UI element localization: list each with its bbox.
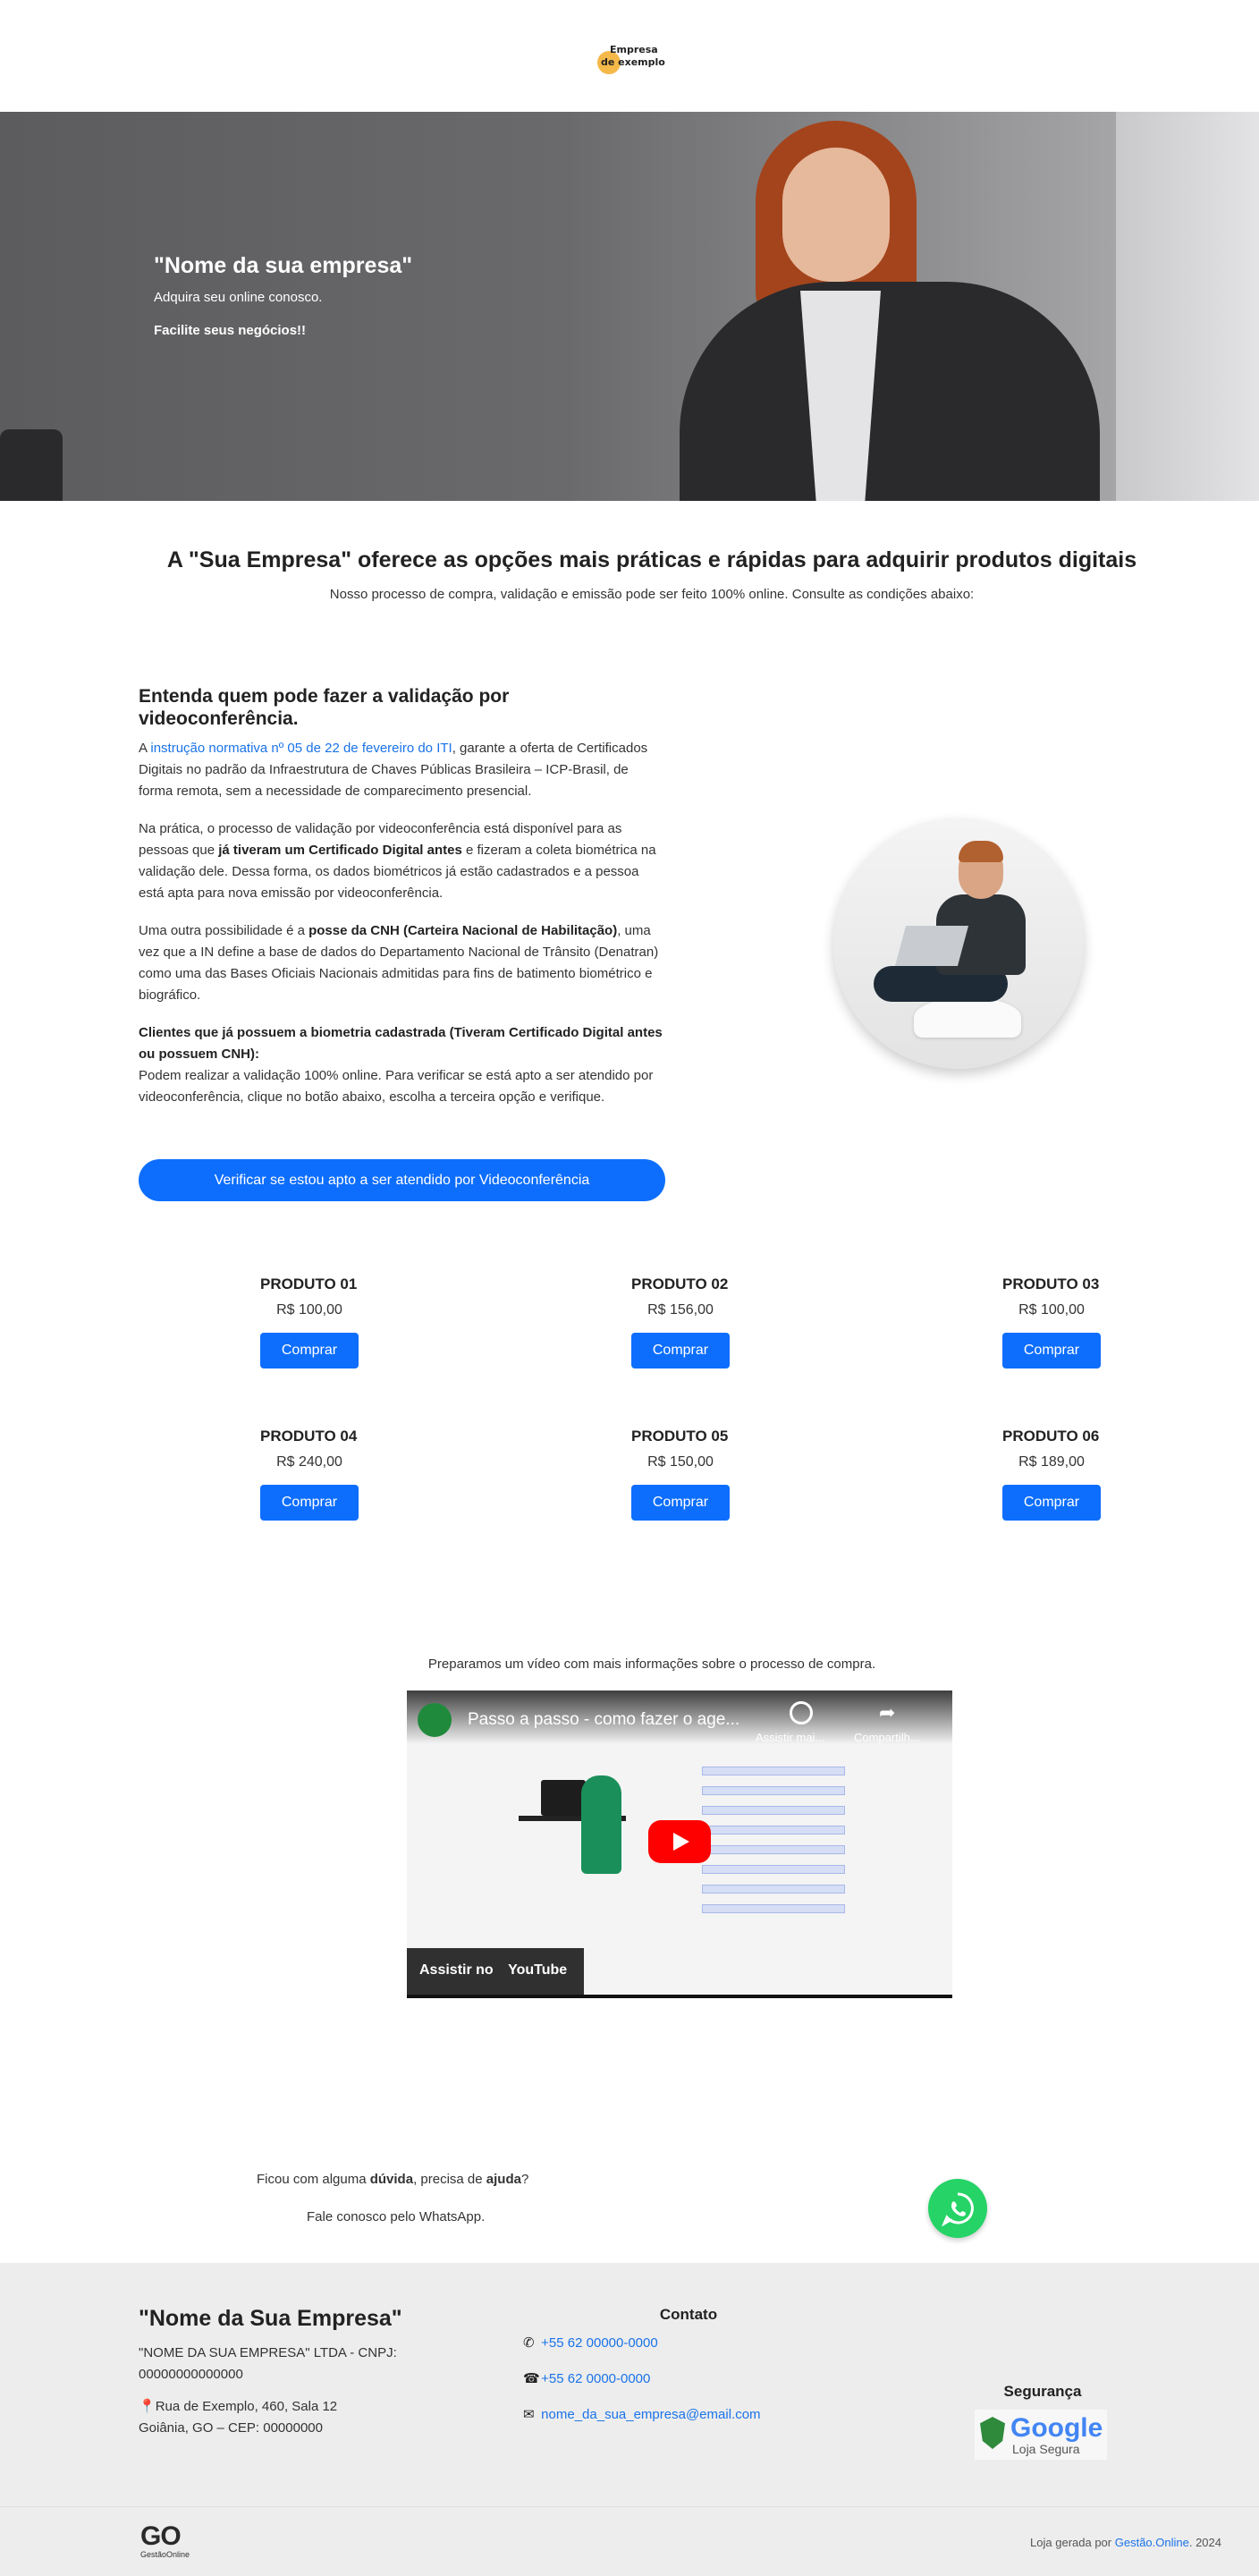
product-name: PRODUTO 04 [260, 1428, 358, 1445]
store-generated-by: Loja gerada por Gestão.Online. 2024 [1030, 2536, 1221, 2549]
gestao-online-logo[interactable]: GO GestãoOnline [140, 2523, 190, 2560]
hero-tagline: Facilite seus negócios!! [154, 323, 307, 338]
buy-button[interactable]: Comprar [260, 1333, 359, 1368]
man-with-laptop-image [833, 818, 1084, 1069]
section-divider [376, 642, 1019, 651]
company-logo[interactable]: Empresa de exemplo [594, 38, 665, 74]
product-price: R$ 100,00 [1018, 1302, 1085, 1318]
top-header: Empresa de exemplo [0, 0, 1259, 112]
hero-title: "Nome da sua empresa" [154, 253, 413, 278]
channel-avatar[interactable] [418, 1703, 452, 1737]
footer-address: 📍Rua de Exemplo, 460, Sala 12 Goiânia, G… [139, 2399, 338, 2436]
envelope-icon: ✉ [523, 2407, 535, 2422]
footer-company-name: "Nome da Sua Empresa" [139, 2306, 402, 2331]
product-price: R$ 240,00 [276, 1454, 342, 1470]
product-price: R$ 150,00 [647, 1454, 714, 1470]
buy-button[interactable]: Comprar [631, 1333, 730, 1368]
product-name: PRODUTO 06 [1002, 1428, 1100, 1445]
offer-subtitle: Nosso processo de compra, validação e em… [329, 587, 975, 602]
video-caption: Preparamos um vídeo com mais informações… [427, 1657, 876, 1672]
video-form-preview [702, 1767, 845, 1972]
whatsapp-link[interactable]: +55 62 00000-0000 [541, 2335, 658, 2351]
share-label[interactable]: Compartilh... [854, 1731, 920, 1744]
phone-link[interactable]: +55 62 0000-0000 [541, 2371, 650, 2386]
contact-title: Contato [659, 2306, 718, 2323]
product-card: PRODUTO 02 R$ 156,00 Comprar [631, 1275, 730, 1368]
product-card: PRODUTO 05 R$ 150,00 Comprar [631, 1428, 730, 1521]
clock-icon[interactable] [790, 1701, 813, 1724]
hero-woman-image [662, 112, 1109, 501]
google-safe-store-badge[interactable]: Google Loja Segura [975, 2410, 1107, 2460]
product-price: R$ 156,00 [647, 1302, 714, 1318]
phone-icon: ☎ [523, 2371, 540, 2386]
whatsapp-icon[interactable] [928, 2179, 987, 2238]
hero-banner: "Nome da sua empresa" Adquira seu online… [0, 112, 1259, 501]
watch-later-label[interactable]: Assistir mai... [756, 1731, 824, 1744]
hero-text: "Nome da sua empresa" Adquira seu online… [154, 253, 412, 338]
help-contact-text: Fale conosco pelo WhatsApp. [307, 2209, 486, 2224]
info-paragraph-2: Na prática, o processo de validação por … [139, 821, 656, 901]
watch-on-youtube-button[interactable]: Assistir no YouTube [407, 1948, 584, 1995]
whatsapp-small-icon: ✆ [523, 2335, 535, 2351]
info-paragraph-4: Clientes que já possuem a biometria cada… [139, 1025, 663, 1105]
normative-link[interactable]: instrução normativa nº 05 de 22 de fever… [150, 741, 452, 756]
product-name: PRODUTO 05 [631, 1428, 729, 1445]
section-divider [376, 2038, 1019, 2046]
help-question: Ficou com alguma dúvida, precisa de ajud… [257, 2172, 529, 2187]
footer-company: "Nome da Sua Empresa" "NOME DA SUA EMPRE… [139, 2306, 425, 2450]
product-card: PRODUTO 04 R$ 240,00 Comprar [260, 1428, 359, 1521]
product-price: R$ 189,00 [1018, 1454, 1085, 1470]
info-paragraph-1: A instrução normativa nº 05 de 22 de fev… [139, 741, 648, 799]
logo-text-line1: Empresa [610, 43, 658, 55]
hero-chair-shape [0, 429, 63, 501]
footer-legal: "NOME DA SUA EMPRESA" LTDA - CNPJ: 00000… [139, 2345, 397, 2382]
footer-contact: Contato ✆ +55 62 00000-0000 ☎ +55 62 000… [523, 2306, 854, 2442]
hero-subtitle: Adquira seu online conosco. [154, 290, 323, 305]
product-card: PRODUTO 03 R$ 100,00 Comprar [1002, 1275, 1101, 1368]
email-link[interactable]: nome_da_sua_empresa@email.com [541, 2407, 760, 2422]
section-divider [376, 1590, 1019, 1599]
logo-text-line2: de exemplo [601, 55, 665, 68]
buy-button[interactable]: Comprar [1002, 1485, 1101, 1521]
gestao-online-link[interactable]: Gestão.Online [1115, 2536, 1189, 2549]
product-price: R$ 100,00 [276, 1302, 342, 1318]
info-heading: Entenda quem pode fazer a validação por … [139, 686, 510, 729]
buy-button[interactable]: Comprar [260, 1485, 359, 1521]
product-card: PRODUTO 06 R$ 189,00 Comprar [1002, 1428, 1101, 1521]
buy-button[interactable]: Comprar [1002, 1333, 1101, 1368]
footer-bottom-bar: GO GestãoOnline Loja gerada por Gestão.O… [0, 2506, 1259, 2576]
offer-title: A "Sua Empresa" oferece as opções mais p… [166, 547, 1137, 572]
product-card: PRODUTO 01 R$ 100,00 Comprar [260, 1275, 359, 1368]
product-name: PRODUTO 03 [1002, 1275, 1100, 1292]
security-title: Segurança [1003, 2383, 1082, 2400]
share-icon[interactable]: ➦ [879, 1701, 895, 1724]
play-icon[interactable] [648, 1820, 711, 1863]
validation-info: Entenda quem pode fazer a validação por … [139, 685, 666, 1124]
product-name: PRODUTO 01 [260, 1275, 358, 1292]
youtube-video-embed[interactable]: Passo a passo - como fazer o age... ➦ As… [407, 1690, 952, 1998]
product-name: PRODUTO 02 [631, 1275, 729, 1292]
hero-pillar-shape [1116, 112, 1259, 501]
footer-security: Segurança Google Loja Segura [975, 2383, 1111, 2460]
youtube-logo: YouTube [508, 1962, 568, 1978]
buy-button[interactable]: Comprar [631, 1485, 730, 1521]
map-pin-icon: 📍 [139, 2399, 156, 2414]
info-paragraph-3: Uma outra possibilidade é a posse da CNH… [139, 923, 659, 1003]
check-eligibility-button[interactable]: Verificar se estou apto a ser atendido p… [139, 1159, 665, 1201]
shield-icon [980, 2417, 1005, 2449]
video-title[interactable]: Passo a passo - como fazer o age... [468, 1710, 739, 1730]
